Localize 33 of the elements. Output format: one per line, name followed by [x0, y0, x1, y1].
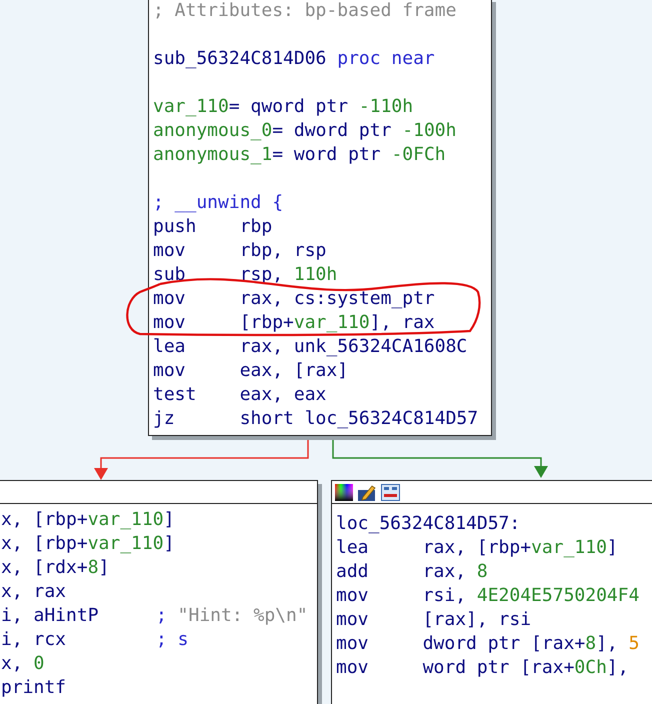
- code-line: test eax, eax: [153, 383, 328, 407]
- code-line: add rax, 8: [336, 560, 489, 584]
- code-line: lea rax, [rbp+var_110]: [336, 536, 619, 560]
- code-line: i, aHintP ; "Hint: %p\n": [1, 604, 309, 628]
- graph-icon[interactable]: [381, 484, 400, 500]
- code-line: x, [rbp+var_110]: [1, 532, 176, 556]
- code-line: anonymous_0= dword ptr -100h: [153, 119, 458, 143]
- code-line: ; __unwind {: [153, 191, 284, 215]
- code-line: ; Attributes: bp-based frame: [153, 0, 458, 23]
- code-line: jz short loc_56324C814D57: [153, 407, 480, 431]
- code-line: mov [rax], rsi: [336, 608, 532, 632]
- code-line: lea rax, unk_56324CA1608C: [153, 335, 468, 359]
- code-line: mov dword ptr [rax+8], 5: [336, 632, 640, 656]
- color-palette-icon[interactable]: [335, 484, 353, 500]
- code-line: x, rax: [1, 580, 68, 604]
- code-line: mov rsi, 4E204E5750204F4: [336, 584, 640, 608]
- code-line: mov rax, cs:system_ptr: [153, 287, 436, 311]
- code-line: mov rbp, rsp: [153, 239, 328, 263]
- code-line: printf: [1, 676, 68, 700]
- code-line: mov eax, [rax]: [153, 359, 350, 383]
- code-line: x, 0: [1, 652, 46, 676]
- code-line: x, [rbp+var_110]: [1, 508, 176, 532]
- code-line: loc_56324C814D57:: [336, 512, 522, 536]
- pencil-icon[interactable]: [357, 484, 377, 500]
- code-line: var_110= qword ptr -110h: [153, 95, 414, 119]
- code-line: sub_56324C814D06 proc near: [153, 47, 436, 71]
- code-line: mov word ptr [rax+0Ch],: [336, 656, 630, 680]
- code-line: sub rsp, 110h: [153, 263, 338, 287]
- code-line: i, rcx ; s: [1, 628, 190, 652]
- code-line: x, [rdx+8]: [1, 556, 110, 580]
- code-line: push rbp: [153, 215, 274, 239]
- code-line: anonymous_1= word ptr -0FCh: [153, 143, 447, 167]
- code-line: mov [rbp+var_110], rax: [153, 311, 436, 335]
